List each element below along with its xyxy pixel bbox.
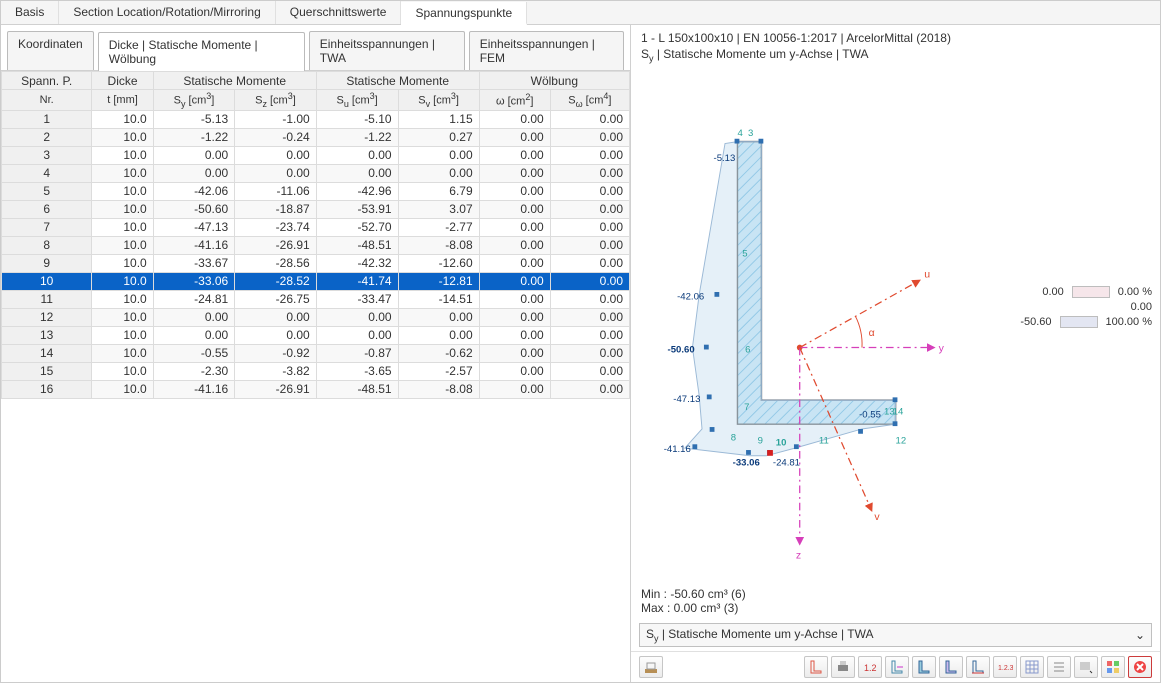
axis-u-label: u	[924, 269, 930, 281]
section-outline-button[interactable]	[804, 656, 828, 678]
svg-text:14: 14	[893, 407, 904, 418]
svg-text:10: 10	[776, 438, 787, 449]
col-group-nr: Spann. P.	[2, 72, 92, 90]
table-row[interactable]: 610.0-50.60-18.87-53.913.070.000.00	[2, 200, 630, 218]
lock-button[interactable]	[639, 656, 663, 678]
diagram-canvas[interactable]: y z u v α	[631, 65, 1160, 582]
result-selector[interactable]: Sy | Statische Momente um y-Achse | TWA …	[639, 623, 1152, 647]
svg-text:-24.81: -24.81	[773, 458, 800, 469]
svg-text:7: 7	[744, 402, 749, 413]
top-tab[interactable]: Spannungspunkte	[401, 2, 527, 25]
svg-text:-42.06: -42.06	[677, 292, 704, 303]
data-table: Spann. P. Dicke Statische Momente Statis…	[1, 71, 630, 399]
col-sy: Sy [cm3]	[153, 90, 234, 111]
stress-tau-button[interactable]	[966, 656, 990, 678]
result-selector-label: Sy | Statische Momente um y-Achse | TWA	[646, 627, 873, 643]
display-options-button[interactable]	[1074, 656, 1098, 678]
close-button[interactable]	[1128, 656, 1152, 678]
diagram-header: 1 - L 150x100x10 | EN 10056-1:2017 | Arc…	[631, 25, 1160, 65]
col-sw: Sω [cm4]	[550, 90, 629, 111]
svg-text:-47.13: -47.13	[673, 395, 700, 406]
sub-tab[interactable]: Einheitsspannungen | FEM	[469, 31, 624, 70]
col-su: Su [cm3]	[316, 90, 398, 111]
axis-v-label: v	[874, 511, 880, 523]
svg-text:4: 4	[737, 128, 743, 139]
data-table-wrap: Spann. P. Dicke Statische Momente Statis…	[1, 71, 630, 682]
col-nr: Nr.	[2, 90, 92, 111]
svg-text:-5.13: -5.13	[714, 153, 736, 164]
table-row[interactable]: 1510.0-2.30-3.82-3.65-2.570.000.00	[2, 362, 630, 380]
max-value: Max : 0.00 cm³ (3)	[641, 601, 1150, 615]
main-tabs: BasisSection Location/Rotation/Mirroring…	[1, 1, 1160, 25]
diagram-title-2: Sy | Statische Momente um y-Achse | TWA	[641, 45, 1150, 63]
svg-text:5: 5	[742, 249, 747, 260]
table-row[interactable]: 810.0-41.16-26.91-48.51-8.080.000.00	[2, 236, 630, 254]
axis-alpha-label: α	[869, 327, 875, 339]
svg-text:-0.55: -0.55	[859, 410, 881, 421]
svg-text:6: 6	[745, 345, 750, 356]
sub-tab[interactable]: Koordinaten	[7, 31, 94, 70]
dimension-button[interactable]: 1.2.3	[993, 656, 1017, 678]
sub-tabs: KoordinatenDicke | Statische Momente | W…	[1, 25, 630, 71]
col-group-stat1: Statische Momente	[153, 72, 316, 90]
table-row[interactable]: 710.0-47.13-23.74-52.70-2.770.000.00	[2, 218, 630, 236]
col-om: ω [cm2]	[479, 90, 550, 111]
top-tab[interactable]: Section Location/Rotation/Mirroring	[59, 1, 275, 24]
col-group-wolb: Wölbung	[479, 72, 629, 90]
axes-button[interactable]	[885, 656, 909, 678]
print-button[interactable]	[831, 656, 855, 678]
chevron-down-icon: ⌄	[1135, 628, 1145, 642]
table-row[interactable]: 1210.00.000.000.000.000.000.00	[2, 308, 630, 326]
col-group-stat2: Statische Momente	[316, 72, 479, 90]
stress-sy-button[interactable]	[912, 656, 936, 678]
svg-text:9: 9	[758, 436, 763, 447]
table-row[interactable]: 1310.00.000.000.000.000.000.00	[2, 326, 630, 344]
sub-tab[interactable]: Einheitsspannungen | TWA	[309, 31, 465, 70]
axis-y-label: y	[939, 343, 945, 355]
table-row[interactable]: 910.0-33.67-28.56-42.32-12.600.000.00	[2, 254, 630, 272]
app-window: BasisSection Location/Rotation/Mirroring…	[0, 0, 1161, 683]
right-pane: 1 - L 150x100x10 | EN 10056-1:2017 | Arc…	[631, 25, 1160, 682]
svg-text:1.2.3: 1.2.3	[998, 665, 1013, 672]
svg-text:11: 11	[819, 436, 829, 447]
table-row[interactable]: 1110.0-24.81-26.75-33.47-14.510.000.00	[2, 290, 630, 308]
diagram-title-1: 1 - L 150x100x10 | EN 10056-1:2017 | Arc…	[641, 31, 1150, 45]
svg-text:-33.06: -33.06	[733, 458, 760, 469]
col-sz: Sz [cm3]	[235, 90, 316, 111]
main-split: KoordinatenDicke | Statische Momente | W…	[1, 25, 1160, 682]
svg-text:3: 3	[748, 128, 753, 139]
values-button[interactable]: 1.2	[858, 656, 882, 678]
table-row[interactable]: 510.0-42.06-11.06-42.966.790.000.00	[2, 182, 630, 200]
color-options-button[interactable]	[1101, 656, 1125, 678]
min-value: Min : -50.60 cm³ (6)	[641, 587, 1150, 601]
left-pane: KoordinatenDicke | Statische Momente | W…	[1, 25, 631, 682]
top-tab[interactable]: Basis	[1, 1, 59, 24]
color-legend: 0.000.00 % 0.00 -50.60100.00 %	[1020, 283, 1152, 331]
top-tab[interactable]: Querschnittswerte	[276, 1, 402, 24]
table-row[interactable]: 110.0-5.13-1.00-5.101.150.000.00	[2, 110, 630, 128]
col-group-dicke: Dicke	[92, 72, 153, 90]
table-row[interactable]: 310.00.000.000.000.000.000.00	[2, 146, 630, 164]
grid-button[interactable]	[1020, 656, 1044, 678]
table-row[interactable]: 210.0-1.22-0.24-1.220.270.000.00	[2, 128, 630, 146]
table-row[interactable]: 410.00.000.000.000.000.000.00	[2, 164, 630, 182]
svg-text:-50.60: -50.60	[668, 345, 695, 356]
col-t: t [mm]	[92, 90, 153, 111]
list-button[interactable]	[1047, 656, 1071, 678]
axis-z-label: z	[796, 550, 801, 562]
svg-text:1.2: 1.2	[864, 663, 877, 673]
table-row[interactable]: 1410.0-0.55-0.92-0.87-0.620.000.00	[2, 344, 630, 362]
table-row[interactable]: 1610.0-41.16-26.91-48.51-8.080.000.00	[2, 380, 630, 398]
table-row[interactable]: 1010.0-33.06-28.52-41.74-12.810.000.00	[2, 272, 630, 290]
stress-sz-button[interactable]	[939, 656, 963, 678]
minmax-readout: Min : -50.60 cm³ (6) Max : 0.00 cm³ (3)	[631, 583, 1160, 619]
svg-text:8: 8	[731, 433, 736, 444]
col-sv: Sv [cm3]	[398, 90, 479, 111]
diagram-toolbar: 1.2 1.2.3	[631, 651, 1160, 682]
sub-tab[interactable]: Dicke | Statische Momente | Wölbung	[98, 32, 305, 71]
svg-text:-41.16: -41.16	[664, 444, 691, 455]
svg-text:12: 12	[896, 436, 907, 447]
